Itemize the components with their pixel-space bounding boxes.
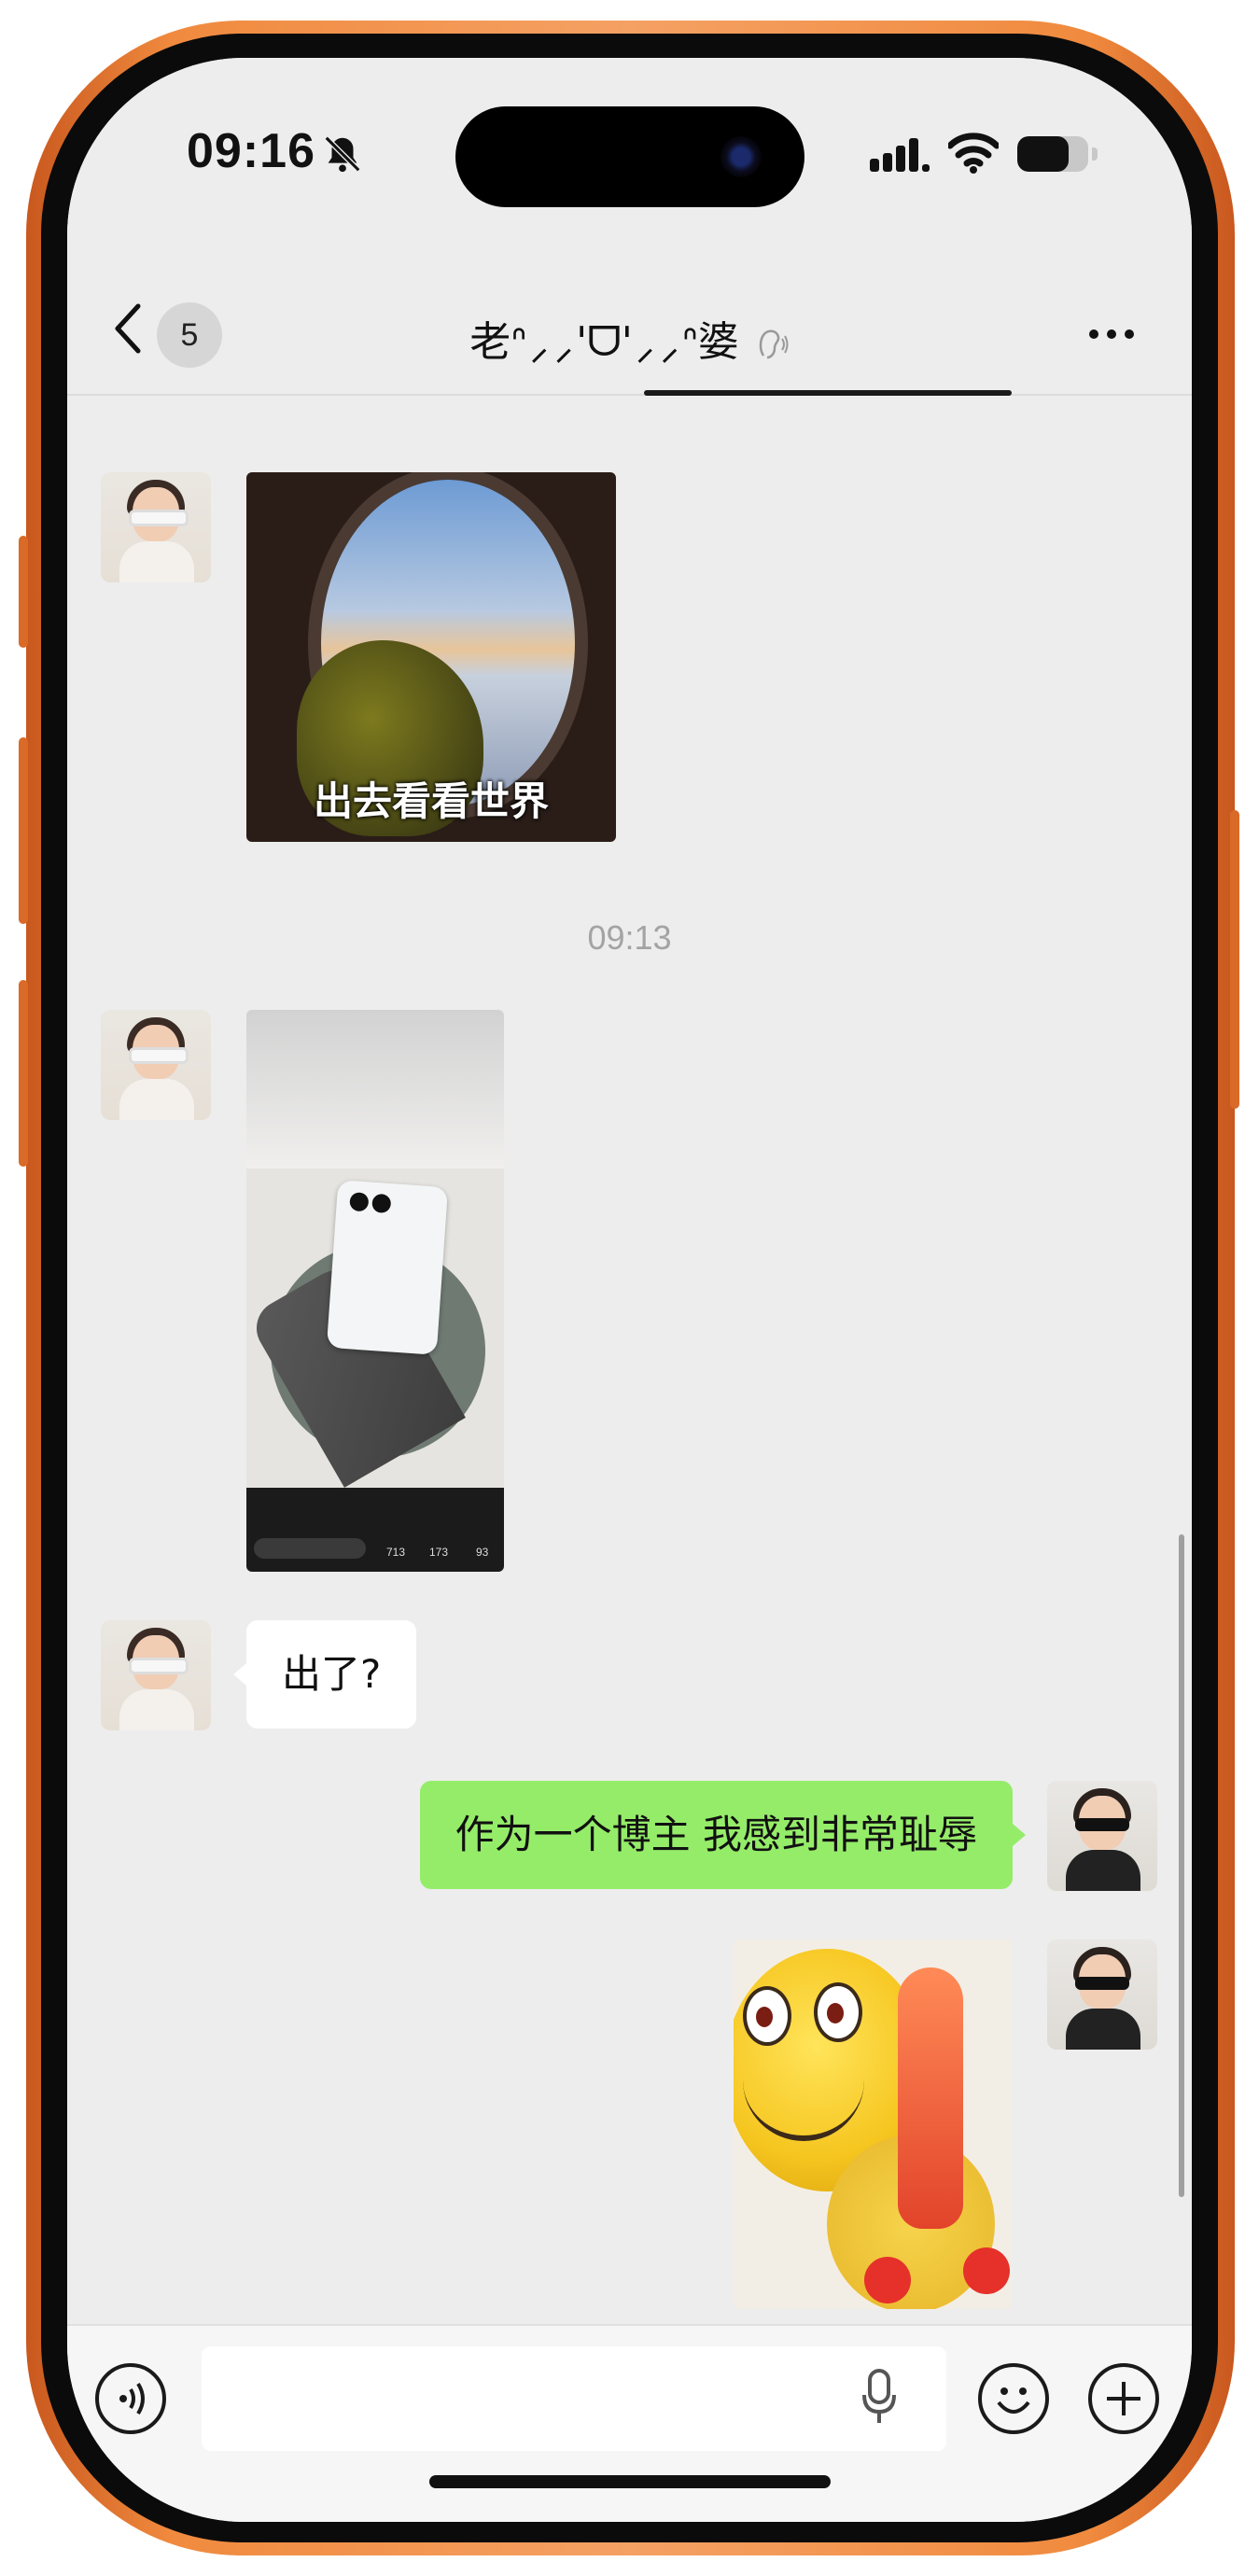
time-divider: 09:13 bbox=[587, 918, 672, 957]
battery-tip bbox=[1092, 147, 1098, 161]
screen: 09:16 5 老ᐢ⸝⸝'ᗜ'⸝⸝ᐢ婆 出去看看世界 09:13 713 173… bbox=[67, 58, 1192, 2522]
contact-avatar[interactable] bbox=[101, 1620, 211, 1730]
incoming-text-bubble[interactable]: 出了? bbox=[232, 1620, 417, 1729]
image-message[interactable]: 出去看看世界 bbox=[246, 472, 616, 842]
status-bar: 09:16 bbox=[67, 58, 1192, 263]
like-count: 713 bbox=[386, 1546, 406, 1559]
phone-in-hand bbox=[326, 1180, 449, 1355]
red-tongue bbox=[898, 1967, 963, 2229]
comment-count: 93 bbox=[476, 1546, 489, 1559]
outgoing-text-bubble[interactable]: 作为一个博主 我感到非常耻辱 bbox=[419, 1781, 1027, 1889]
home-indicator[interactable] bbox=[429, 2475, 831, 2488]
image-message[interactable]: 713 173 93 bbox=[246, 1010, 504, 1572]
shelf bbox=[246, 1010, 504, 1169]
power-button bbox=[1230, 810, 1239, 1109]
status-time: 09:16 bbox=[187, 124, 315, 178]
star-count: 173 bbox=[429, 1546, 449, 1559]
message-input[interactable] bbox=[202, 2346, 946, 2451]
battery-icon bbox=[1017, 136, 1088, 172]
volume-up-button bbox=[19, 737, 28, 924]
image-caption: 出去看看世界 bbox=[313, 778, 549, 824]
input-bar bbox=[67, 2324, 1192, 2522]
voice-mode-icon[interactable] bbox=[95, 2363, 166, 2434]
comment-field bbox=[254, 1538, 366, 1559]
ear-icon bbox=[759, 329, 789, 359]
front-camera bbox=[720, 136, 762, 177]
chat-title-text: 老ᐢ⸝⸝'ᗜ'⸝⸝ᐢ婆 bbox=[469, 318, 739, 366]
my-avatar[interactable] bbox=[1047, 1781, 1157, 1891]
volume-down-button bbox=[19, 980, 28, 1167]
chat-header: 5 老ᐢ⸝⸝'ᗜ'⸝⸝ᐢ婆 bbox=[67, 263, 1192, 396]
signal-icon bbox=[870, 138, 930, 172]
contact-avatar[interactable] bbox=[101, 1010, 211, 1120]
chat-title: 老ᐢ⸝⸝'ᗜ'⸝⸝ᐢ婆 bbox=[67, 308, 1192, 368]
plus-icon[interactable] bbox=[1088, 2363, 1159, 2434]
chat-message-list[interactable]: 出去看看世界 09:13 713 173 93 出了? 作为一个博主 我感到非常… bbox=[67, 396, 1192, 2324]
contact-avatar[interactable] bbox=[101, 472, 211, 582]
my-avatar[interactable] bbox=[1047, 1939, 1157, 2050]
scrollbar[interactable] bbox=[1179, 1534, 1184, 2197]
mic-icon[interactable] bbox=[860, 2367, 898, 2427]
emoji-icon[interactable] bbox=[978, 2363, 1049, 2434]
bell-slash-icon bbox=[324, 135, 361, 173]
ellipsis-icon[interactable] bbox=[1089, 325, 1145, 339]
wifi-icon bbox=[948, 133, 999, 174]
video-footer: 713 173 93 bbox=[246, 1488, 504, 1572]
battery-level bbox=[1017, 136, 1069, 172]
dynamic-island bbox=[455, 106, 804, 207]
action-button bbox=[19, 536, 28, 648]
sticker-message[interactable] bbox=[734, 1939, 1012, 2309]
